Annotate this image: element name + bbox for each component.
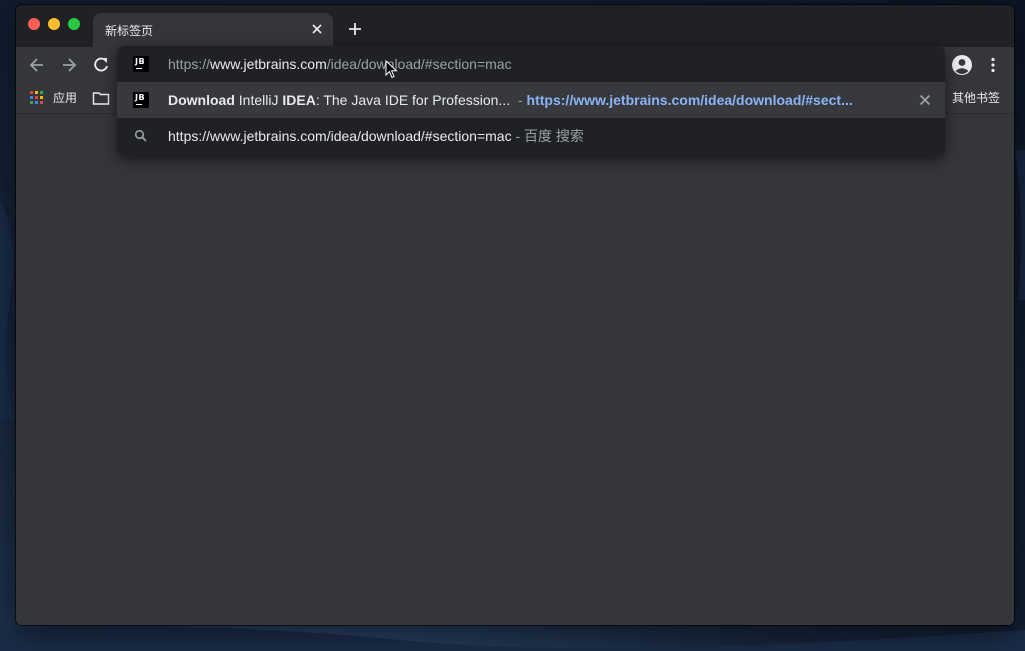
minimize-window-button[interactable] [48, 18, 60, 30]
search-suggestion-text: https://www.jetbrains.com/idea/download/… [168, 128, 584, 144]
title-rest: : The Java IDE for Profession... [315, 92, 511, 108]
url-path: /idea/download/#section=mac [326, 56, 512, 72]
separator: - [511, 128, 525, 144]
more-menu-icon[interactable] [983, 55, 1003, 75]
reload-icon[interactable] [91, 55, 111, 75]
tab-strip: 新标签页 [16, 5, 1014, 47]
forward-icon[interactable] [59, 55, 79, 75]
profile-avatar-icon[interactable] [951, 54, 972, 75]
zoom-window-button[interactable] [68, 18, 80, 30]
suggestion-search-row[interactable]: https://www.jetbrains.com/idea/download/… [117, 118, 945, 154]
mouse-cursor-icon [385, 60, 398, 79]
other-bookmarks[interactable]: 其他书签 [952, 89, 1000, 107]
jetbrains-favicon-icon: JB [133, 56, 149, 72]
suggestion-url: https://www.jetbrains.com/idea/download/… [526, 92, 853, 108]
suggestion-text: Download IntelliJ IDEA: The Java IDE for… [168, 92, 853, 108]
address-input[interactable]: https://www.jetbrains.com/idea/download/… [168, 56, 888, 72]
tab-new-tab[interactable]: 新标签页 [93, 13, 333, 47]
omnibox-input-row[interactable]: JB https://www.jetbrains.com/idea/downlo… [117, 46, 945, 82]
tab-title: 新标签页 [105, 24, 154, 38]
url-scheme: https:// [168, 56, 211, 72]
new-tab-button[interactable] [345, 19, 365, 39]
suggestion-history-row[interactable]: JB Download IntelliJ IDEA: The Java IDE … [117, 82, 945, 118]
back-icon[interactable] [27, 55, 47, 75]
tab-close-icon[interactable] [309, 21, 325, 37]
title-part: IntelliJ [234, 92, 283, 108]
apps-grid-icon [30, 91, 43, 104]
match-idea: IDEA [282, 92, 316, 108]
omnibox-dropdown: JB https://www.jetbrains.com/idea/downlo… [117, 46, 945, 156]
bookmark-apps-label: 应用 [53, 91, 78, 105]
folder-icon[interactable] [92, 89, 112, 107]
search-query: https://www.jetbrains.com/idea/download/… [168, 128, 512, 144]
search-icon [133, 128, 149, 144]
bookmark-apps[interactable]: 应用 [28, 89, 88, 107]
search-engine-label: 百度 搜索 [524, 128, 584, 144]
page-content [16, 114, 1014, 625]
url-host: www.jetbrains.com [210, 56, 327, 72]
jetbrains-favicon-icon: JB [133, 92, 149, 108]
match-download: Download [168, 92, 235, 108]
remove-suggestion-icon[interactable] [917, 92, 933, 108]
close-window-button[interactable] [28, 18, 40, 30]
separator: - [514, 92, 527, 108]
